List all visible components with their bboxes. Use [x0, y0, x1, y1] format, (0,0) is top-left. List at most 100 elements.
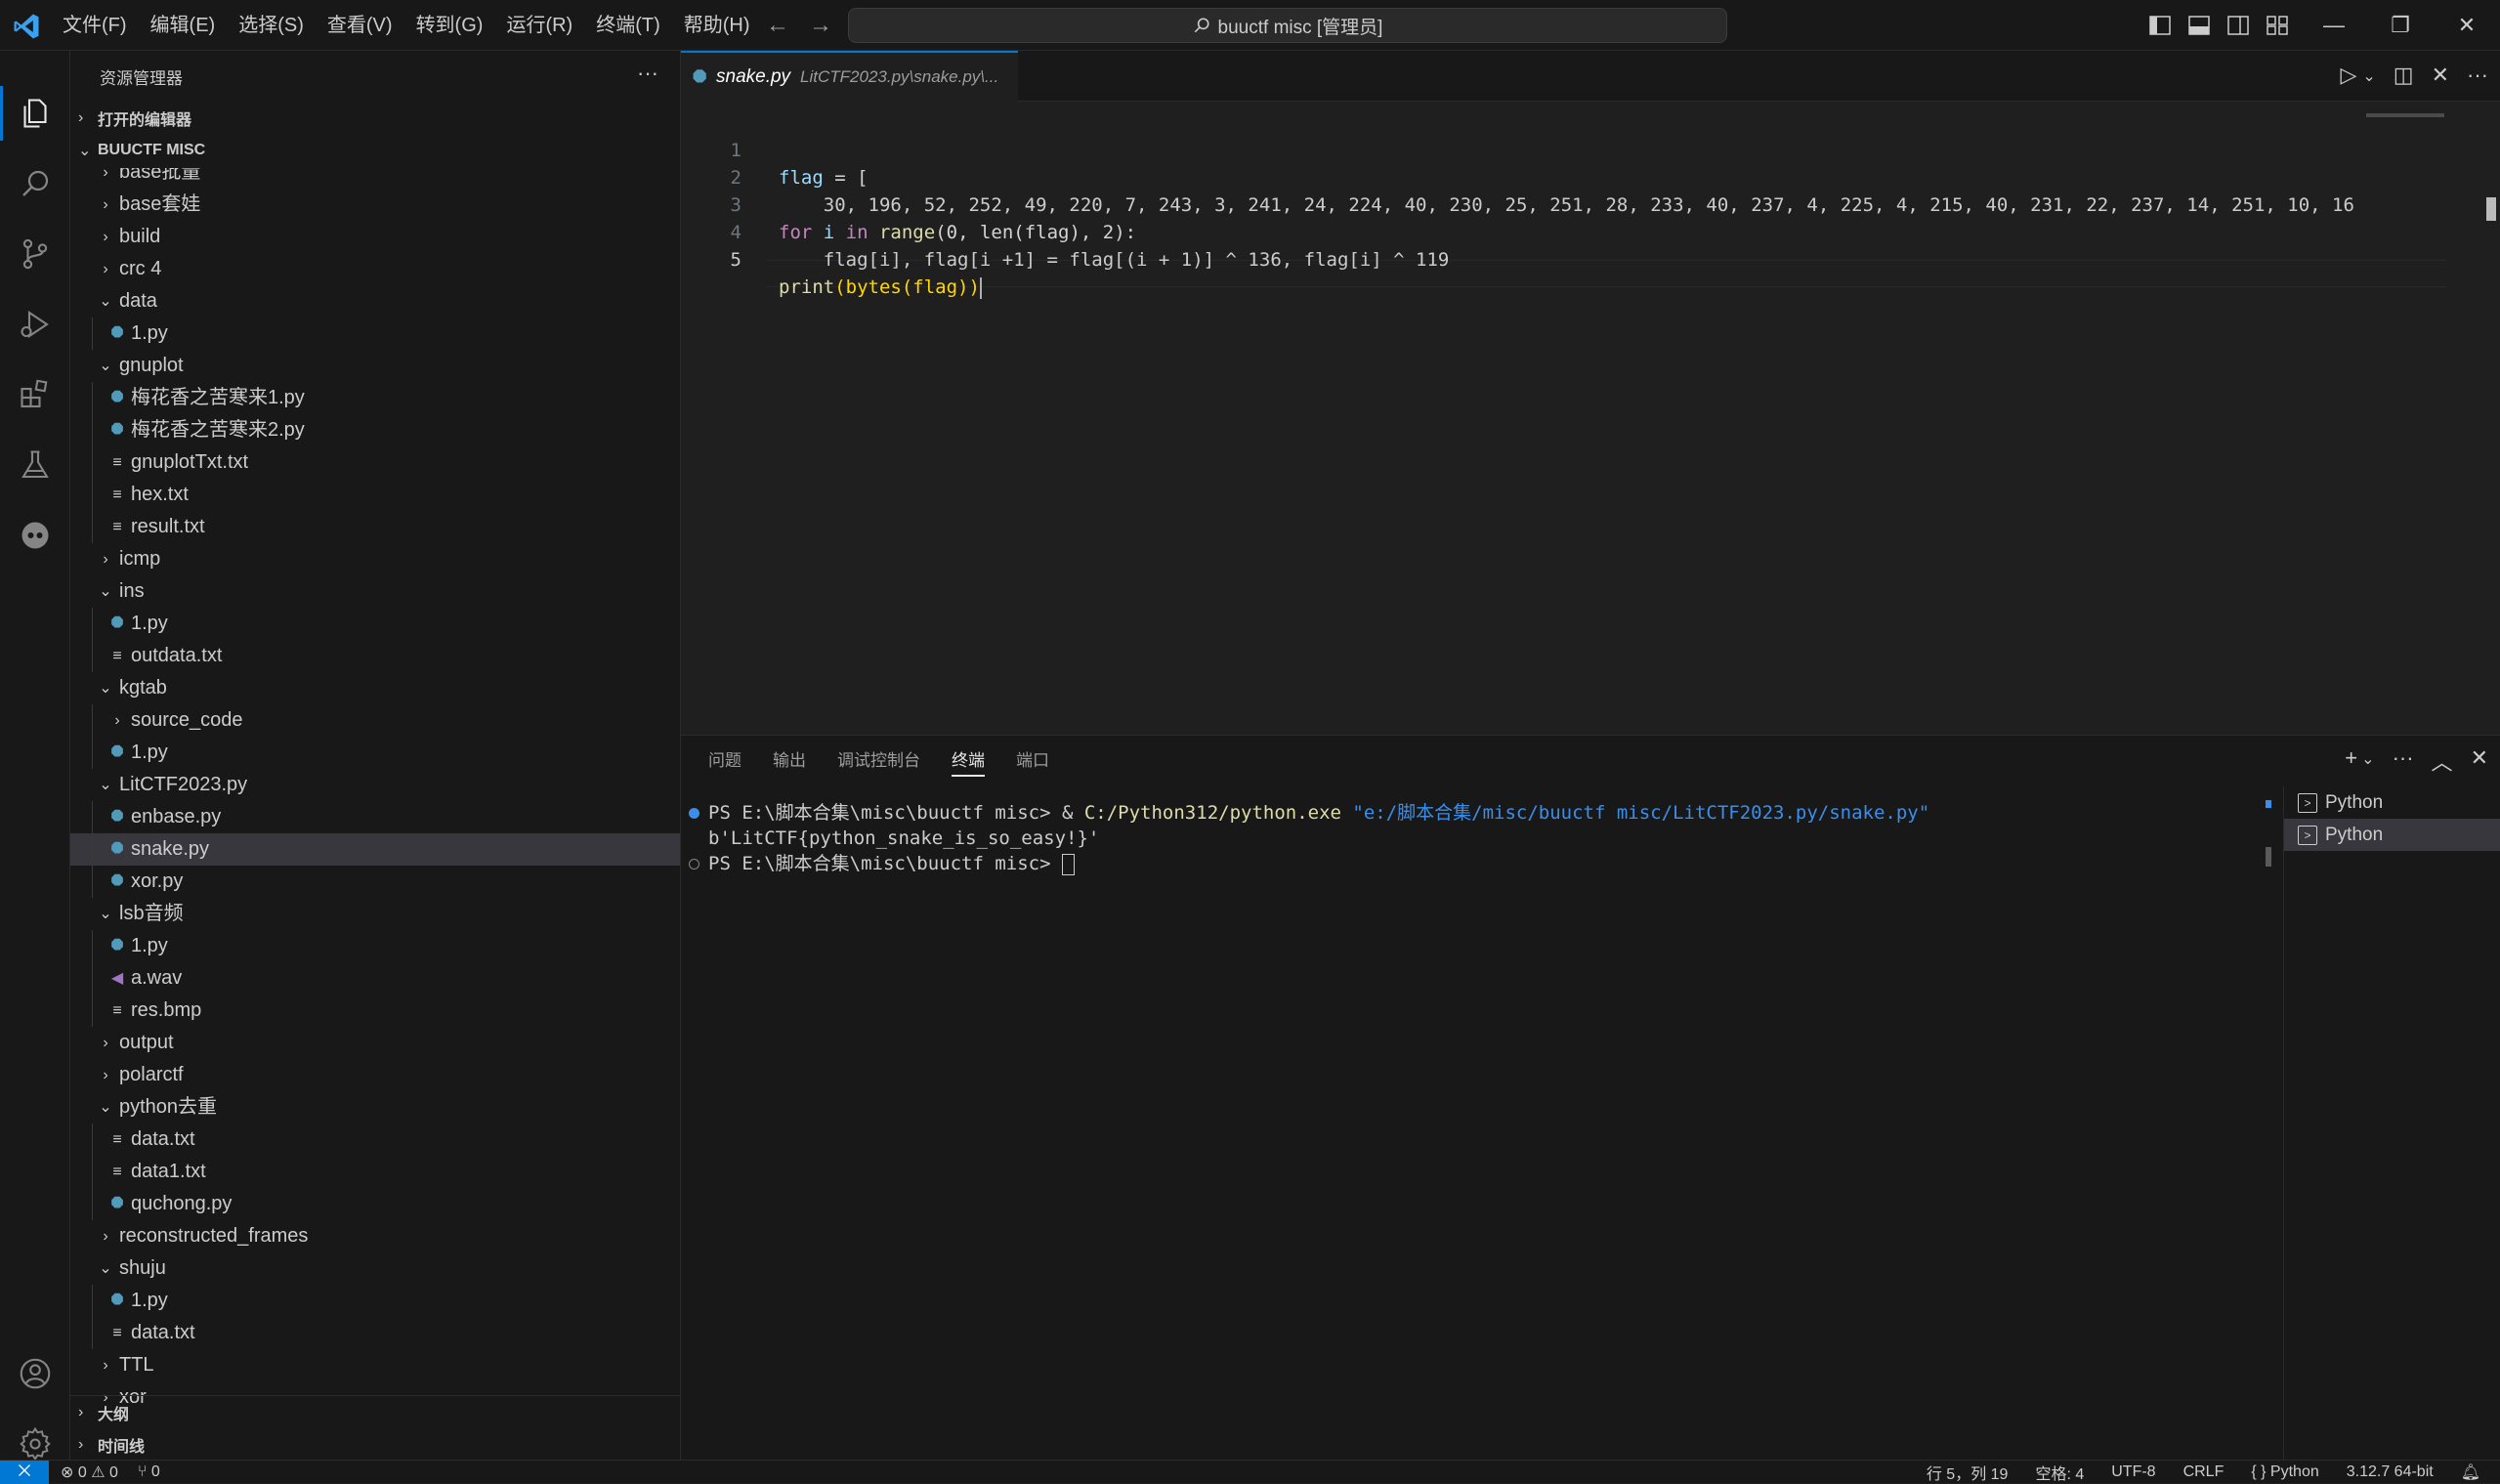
indentation-status[interactable]: 空格: 4	[2035, 1461, 2084, 1484]
tree-file[interactable]: ◀ a.wav	[70, 962, 680, 995]
close-window-icon[interactable]: ✕	[2434, 0, 2500, 51]
settings-gear-icon[interactable]	[16, 1424, 55, 1463]
tree-file[interactable]: ≡ res.bmp	[70, 995, 680, 1027]
ports-status[interactable]: ⑂ 0	[138, 1463, 160, 1481]
interpreter-status[interactable]: 3.12.7 64-bit	[2347, 1463, 2434, 1481]
language-mode-status[interactable]: { } Python	[2251, 1463, 2318, 1481]
terminal-dropdown-chevron-icon[interactable]: ⌄	[2361, 749, 2374, 777]
notifications-bell-icon[interactable]: 🔔︎	[2461, 1463, 2480, 1482]
tree-file[interactable]: ⯃ 1.py	[70, 1285, 680, 1317]
tree-file[interactable]: ≡ outdata.txt	[70, 640, 680, 672]
tree-file[interactable]: ⯃ snake.py	[70, 833, 680, 866]
tree-file[interactable]: ≡ gnuplotTxt.txt	[70, 446, 680, 479]
terminal-scrollbar[interactable]	[2266, 800, 2271, 869]
cursor-position-status[interactable]: 行 5，列 19	[1927, 1461, 2009, 1484]
tab-ports[interactable]: 端口	[1016, 736, 1049, 786]
menu-help[interactable]: 帮助(H)	[672, 0, 762, 51]
search-icon[interactable]	[16, 164, 55, 203]
tree-folder[interactable]: › output	[70, 1027, 680, 1059]
tree-file[interactable]: ⯃ 1.py	[70, 737, 680, 769]
tree-folder[interactable]: ⌄ kgtab	[70, 672, 680, 704]
eol-status[interactable]: CRLF	[2183, 1463, 2225, 1481]
tree-folder[interactable]: ⌄ lsb音频	[70, 898, 680, 930]
editor-more-icon[interactable]: ···	[2467, 63, 2488, 88]
source-control-icon[interactable]	[16, 234, 55, 274]
menu-go[interactable]: 转到(G)	[404, 0, 495, 51]
tree-folder[interactable]: › polarctf	[70, 1059, 680, 1091]
explorer-icon[interactable]	[16, 94, 55, 133]
run-file-icon[interactable]: ▷	[2340, 63, 2356, 88]
tab-terminal[interactable]: 终端	[952, 736, 985, 786]
tree-folder[interactable]: ⌄ shuju	[70, 1252, 680, 1285]
open-editors-section[interactable]: › 打开的编辑器	[70, 102, 680, 134]
accounts-icon[interactable]	[16, 1354, 55, 1393]
terminal-instance-1[interactable]: > Python	[2284, 786, 2500, 819]
tab-debug-console[interactable]: 调试控制台	[837, 736, 920, 786]
code-editor[interactable]: 1 flag = [ 2 30, 196, 52, 252, 49, 220, …	[681, 102, 2500, 733]
toggle-panel-icon[interactable]	[2184, 12, 2214, 39]
workspace-section[interactable]: ⌄ BUUCTF MISC	[70, 134, 680, 166]
tree-file[interactable]: ⯃ enbase.py	[70, 801, 680, 833]
menu-file[interactable]: 文件(F)	[51, 0, 139, 51]
minimap[interactable]	[2366, 102, 2493, 733]
toggle-primary-sidebar-icon[interactable]	[2145, 12, 2175, 39]
tree-file[interactable]: ⯃ 1.py	[70, 930, 680, 962]
tree-file[interactable]: ≡ hex.txt	[70, 479, 680, 511]
minimize-icon[interactable]: —	[2301, 0, 2367, 51]
tree-file[interactable]: ≡ result.txt	[70, 511, 680, 543]
tree-folder[interactable]: › base批量	[70, 168, 680, 189]
extensions-icon[interactable]	[16, 375, 55, 414]
menu-run[interactable]: 运行(R)	[494, 0, 584, 51]
tree-file[interactable]: ≡ data.txt	[70, 1124, 680, 1156]
encoding-status[interactable]: UTF-8	[2111, 1463, 2155, 1481]
tree-folder[interactable]: ⌄ data	[70, 285, 680, 318]
terminal-output[interactable]: PS E:\脚本合集\misc\buuctf misc> & C:/Python…	[681, 800, 2268, 1455]
more-actions-icon[interactable]: ···	[637, 61, 658, 86]
tab-output[interactable]: 输出	[773, 736, 806, 786]
command-center[interactable]: buuctf misc [管理员]	[848, 8, 1727, 43]
timeline-section[interactable]: › 时间线	[70, 1428, 680, 1460]
testing-icon[interactable]	[16, 445, 55, 485]
scrollbar-marker[interactable]	[2486, 197, 2496, 221]
panel-more-icon[interactable]: ···	[2393, 745, 2414, 777]
tree-folder[interactable]: ⌄ python去重	[70, 1091, 680, 1124]
tree-file[interactable]: ⯃ 梅花香之苦寒来1.py	[70, 382, 680, 414]
tree-folder[interactable]: ⌄ ins	[70, 575, 680, 608]
restore-icon[interactable]: ❐	[2367, 0, 2434, 51]
new-terminal-icon[interactable]: +	[2345, 745, 2357, 777]
github-copilot-icon[interactable]	[16, 516, 55, 555]
tree-folder[interactable]: › base套娃	[70, 189, 680, 221]
menu-selection[interactable]: 选择(S)	[227, 0, 316, 51]
tree-file[interactable]: ⯃ 1.py	[70, 318, 680, 350]
outline-section[interactable]: › 大纲	[70, 1396, 680, 1428]
forward-arrow-icon[interactable]: →	[805, 10, 836, 41]
tree-file[interactable]: ≡ data.txt	[70, 1317, 680, 1349]
tree-file[interactable]: ⯃ xor.py	[70, 866, 680, 898]
maximize-panel-icon[interactable]: ︿	[2432, 745, 2453, 777]
tree-folder[interactable]: › crc 4	[70, 253, 680, 285]
tab-problems[interactable]: 问题	[708, 736, 742, 786]
menu-view[interactable]: 查看(V)	[316, 0, 404, 51]
split-editor-icon[interactable]: ◫	[2394, 63, 2414, 88]
tree-folder[interactable]: › source_code	[70, 704, 680, 737]
menu-edit[interactable]: 编辑(E)	[139, 0, 228, 51]
tree-file[interactable]: ≡ data1.txt	[70, 1156, 680, 1188]
tree-folder[interactable]: › TTL	[70, 1349, 680, 1381]
customize-layout-icon[interactable]	[2263, 12, 2292, 39]
remote-indicator-icon[interactable]: ⨉	[0, 1461, 49, 1484]
tree-folder[interactable]: ⌄ gnuplot	[70, 350, 680, 382]
terminal-instance-2[interactable]: > Python	[2284, 819, 2500, 851]
close-panel-icon[interactable]: ✕	[2471, 745, 2488, 777]
problems-status[interactable]: ⊗ 0 ⚠ 0	[61, 1463, 118, 1482]
menu-terminal[interactable]: 终端(T)	[584, 0, 672, 51]
tree-folder[interactable]: › reconstructed_frames	[70, 1220, 680, 1252]
tab-snake-py[interactable]: ⯃ snake.py LitCTF2023.py\snake.py\...	[681, 51, 1019, 102]
run-dropdown-chevron-icon[interactable]: ⌄	[2362, 66, 2375, 88]
toggle-secondary-sidebar-icon[interactable]	[2224, 12, 2253, 39]
tree-folder[interactable]: › build	[70, 221, 680, 253]
tree-file[interactable]: ⯃ quchong.py	[70, 1188, 680, 1220]
tree-folder[interactable]: ⌄ LitCTF2023.py	[70, 769, 680, 801]
tree-file[interactable]: ⯃ 梅花香之苦寒来2.py	[70, 414, 680, 446]
tree-folder[interactable]: › icmp	[70, 543, 680, 575]
close-editor-icon[interactable]: ✕	[2432, 63, 2449, 88]
